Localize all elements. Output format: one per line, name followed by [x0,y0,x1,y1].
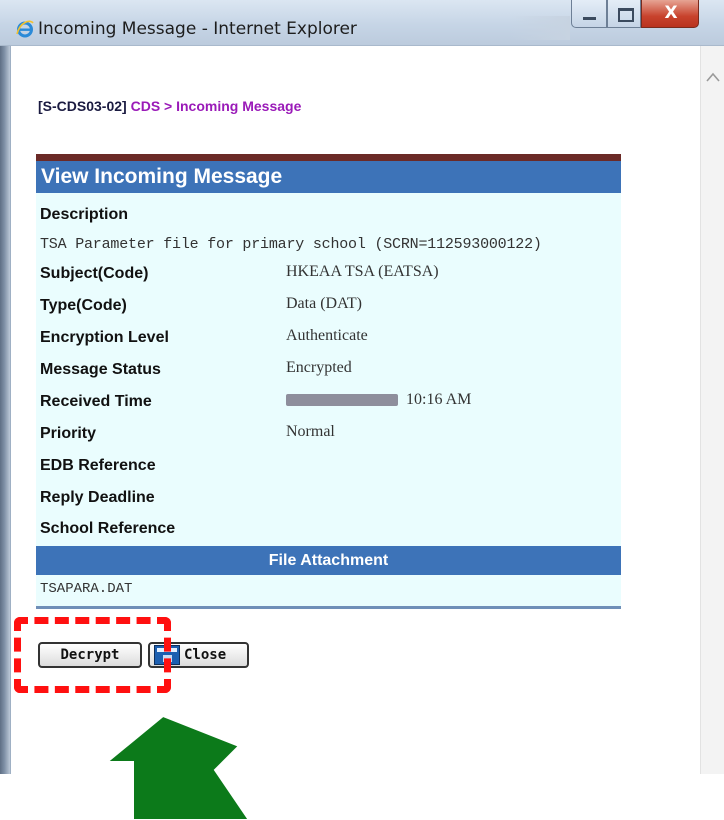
close-button-label: Close [184,647,227,663]
internet-explorer-icon [16,20,34,38]
window-close-button[interactable]: X [641,0,699,28]
maximize-icon [618,8,634,22]
redacted-date [286,394,398,407]
panel-bottom-border [36,606,621,609]
field-label-edb-reference: EDB Reference [40,457,156,474]
file-attachment-header: File Attachment [36,546,621,575]
vertical-scrollbar[interactable] [700,46,724,774]
field-value-received-time: 10:16 AM [286,391,471,409]
panel-top-border [36,154,621,161]
field-value-encryption-level: Authenticate [286,327,368,344]
field-value-subject: HKEAA TSA (EATSA) [286,263,439,280]
panel-title: View Incoming Message [36,161,621,193]
field-label-type: Type(Code) [40,297,127,314]
field-label-subject: Subject(Code) [40,265,149,282]
field-label-received-time: Received Time [40,393,152,410]
field-label-school-reference: School Reference [40,520,176,537]
field-label-reply-deadline: Reply Deadline [40,489,155,506]
field-label-encryption-level: Encryption Level [40,329,169,346]
window-titlebar: Incoming Message - Internet Explorer X [0,0,724,46]
received-time-text: 10:16 AM [406,391,472,408]
maximize-button[interactable] [607,0,641,28]
screen-code: [S-CDS03-02] [38,98,127,114]
field-value-message-status: Encrypted [286,359,352,376]
description-label: Description [40,206,129,223]
pointer-arrow-icon [104,716,251,820]
minimize-icon [583,17,596,20]
message-panel: View Incoming Message Description TSA Pa… [36,154,621,609]
title-blur [510,16,570,40]
page-content: [S-CDS03-02] CDS > Incoming Message View… [11,46,700,820]
breadcrumb-path[interactable]: CDS > Incoming Message [131,98,302,114]
scroll-up-icon[interactable] [705,70,721,84]
window-frame-left [0,46,11,774]
breadcrumb: [S-CDS03-02] CDS > Incoming Message [38,98,301,114]
field-label-message-status: Message Status [40,361,161,378]
decrypt-highlight-box [14,617,171,693]
description-value: TSA Parameter file for primary school (S… [40,236,542,253]
window-close-icon: X [664,3,678,23]
attachment-file-link[interactable]: TSAPARA.DAT [40,581,132,597]
minimize-button[interactable] [571,0,607,28]
window-title: Incoming Message - Internet Explorer [38,19,357,39]
field-value-type: Data (DAT) [286,295,362,312]
field-label-priority: Priority [40,425,97,442]
field-value-priority: Normal [286,423,335,440]
